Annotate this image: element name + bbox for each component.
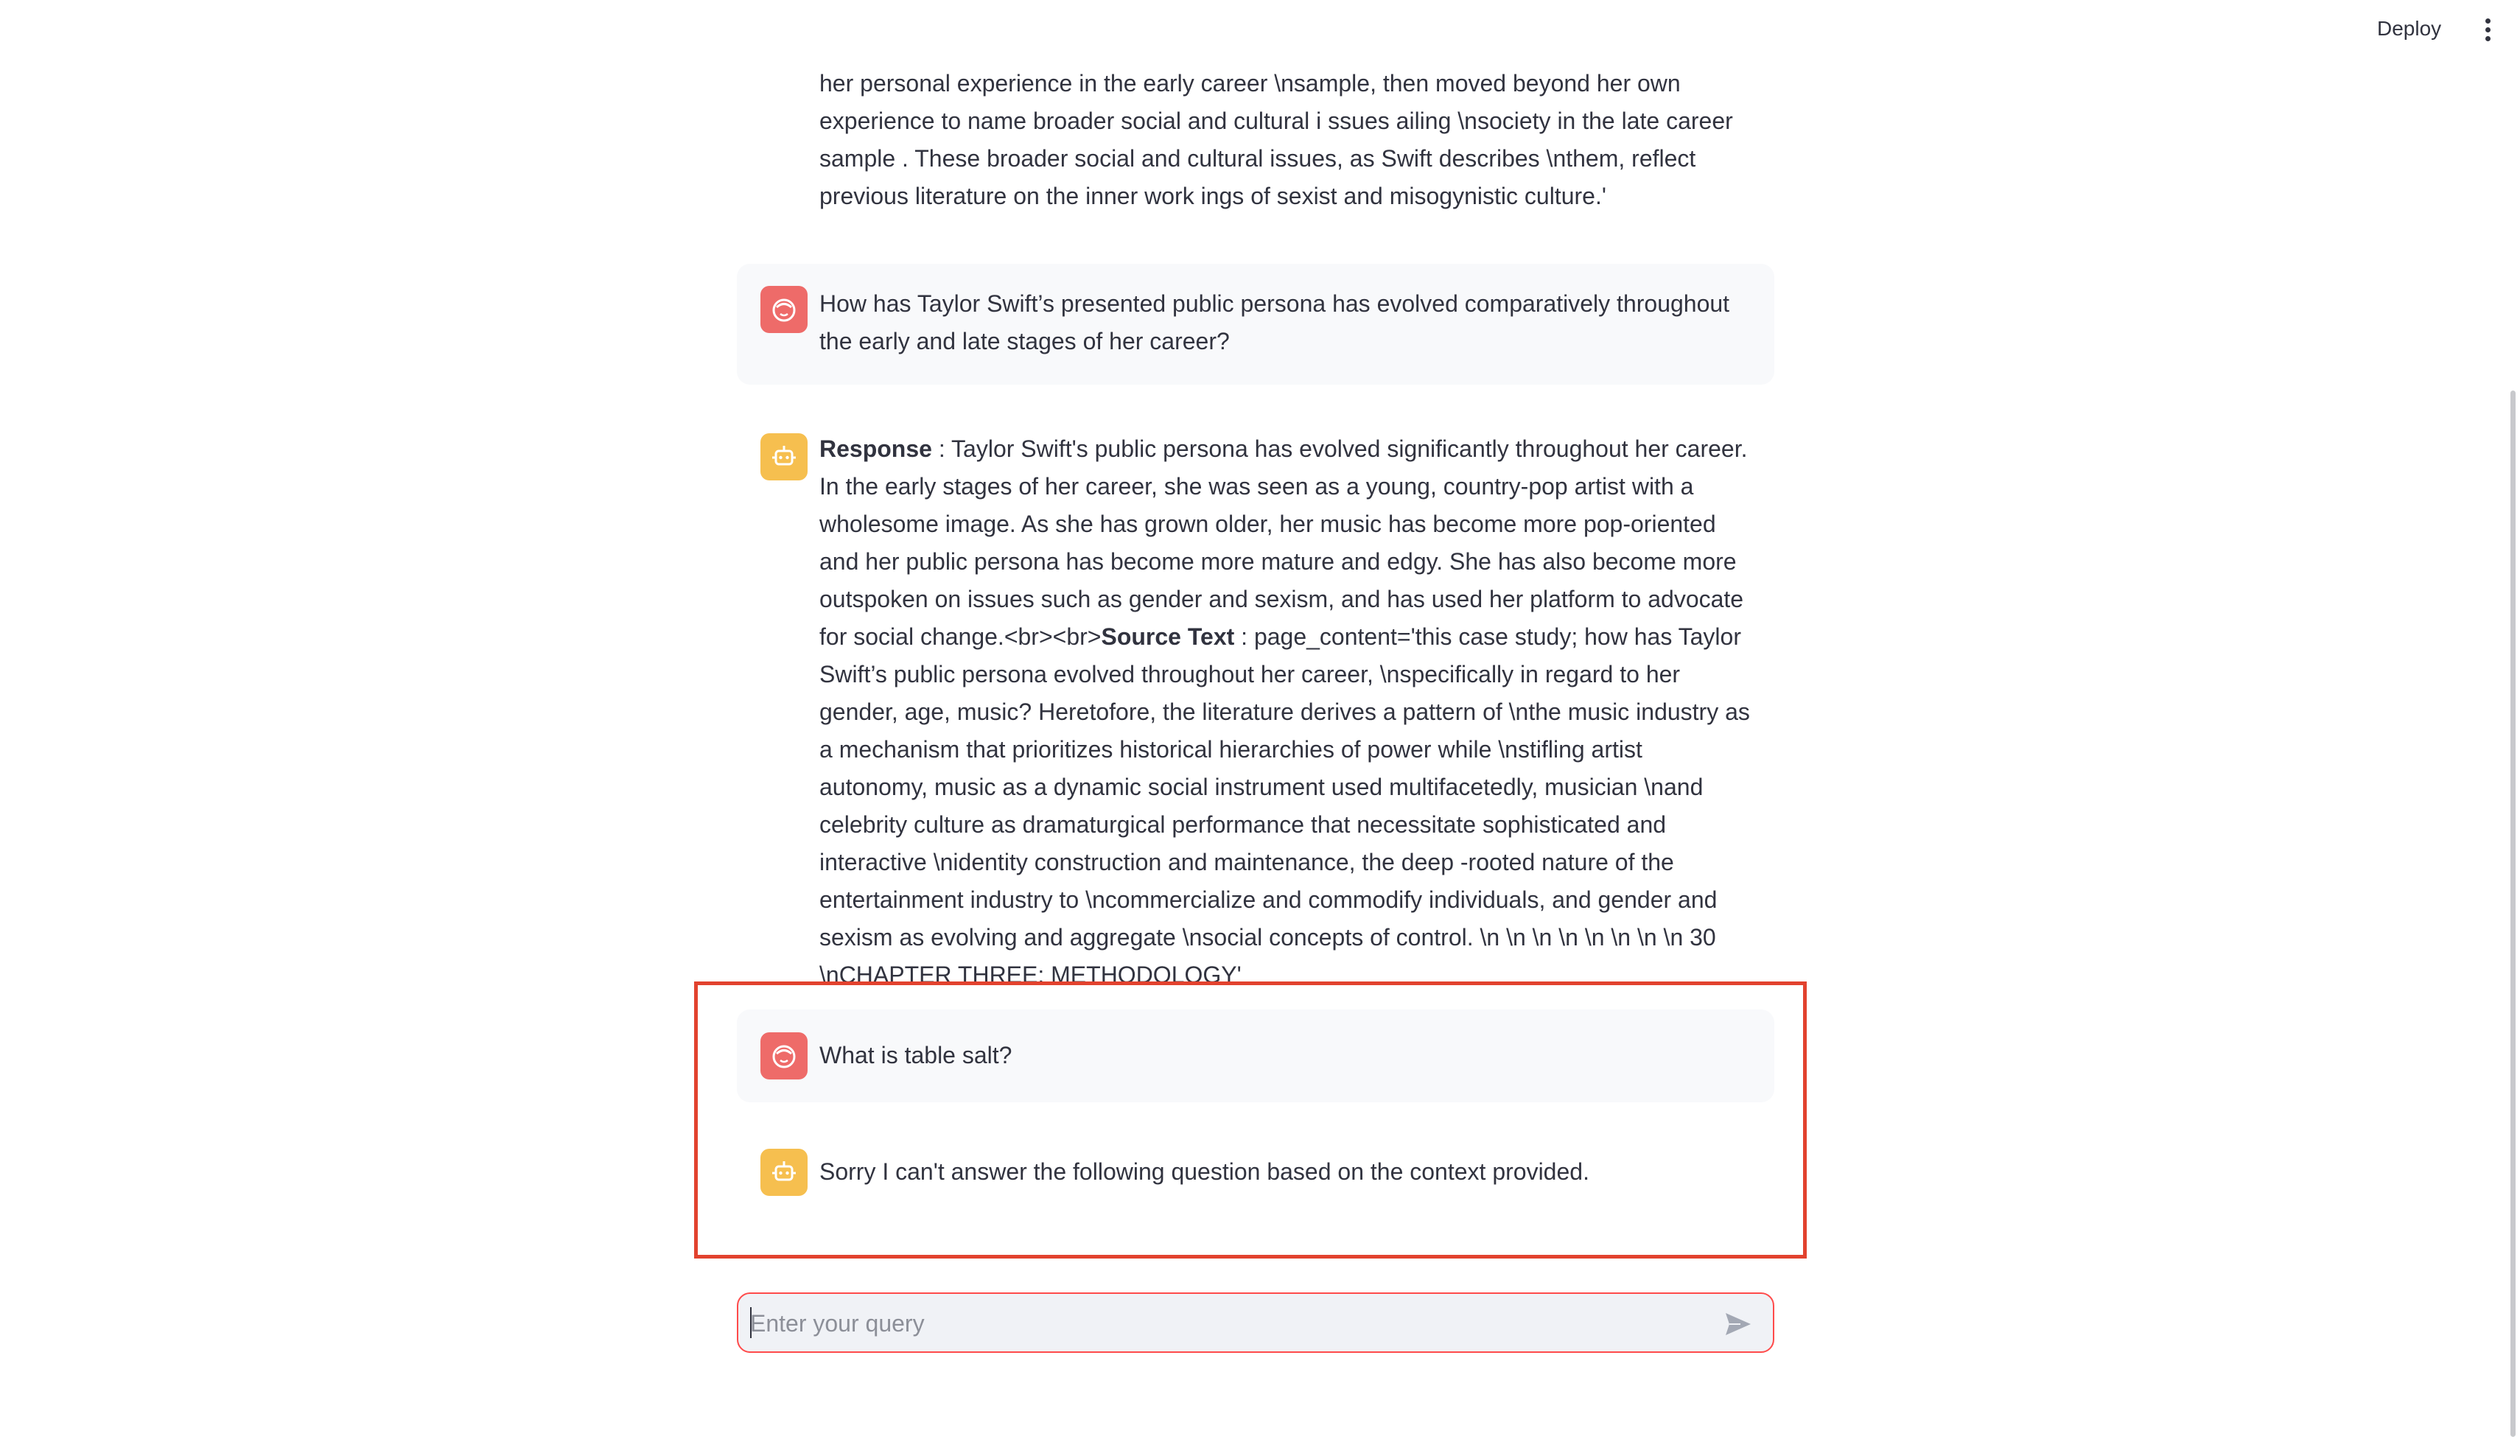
user-message-text: What is table salt? (819, 1042, 1012, 1068)
chat-input-container (737, 1292, 1774, 1353)
app-header: Deploy (0, 0, 2520, 59)
robot-icon (760, 433, 808, 480)
assistant-message-text: Response : Taylor Swift's public persona… (819, 430, 1755, 994)
assistant-message: Sorry I can't answer the following quest… (737, 1126, 1774, 1219)
user-face-icon (760, 1032, 808, 1079)
response-label: Response (819, 435, 932, 462)
source-text-label: Source Text (1101, 623, 1235, 650)
robot-icon (760, 1149, 808, 1196)
assistant-message-text: her personal experience in the early car… (819, 70, 1733, 209)
send-arrow-icon[interactable] (1721, 1307, 1755, 1341)
vertical-dots-icon[interactable] (2473, 13, 2502, 46)
assistant-message-text: Sorry I can't answer the following quest… (819, 1158, 1589, 1185)
source-text: : page_content='this case study; how has… (819, 623, 1750, 988)
deploy-button[interactable]: Deploy (2365, 10, 2453, 47)
user-message: How has Taylor Swift’s presented public … (737, 264, 1774, 385)
assistant-message: Response : Taylor Swift's public persona… (737, 413, 1774, 988)
user-message-text: How has Taylor Swift’s presented public … (819, 290, 1730, 354)
chat-input[interactable] (749, 1301, 1709, 1345)
scrollbar[interactable] (2510, 391, 2516, 1437)
user-face-icon (760, 286, 808, 333)
user-message: What is table salt? (737, 1009, 1774, 1102)
text-cursor (750, 1307, 752, 1338)
response-text: : Taylor Swift's public persona has evol… (819, 435, 1748, 650)
